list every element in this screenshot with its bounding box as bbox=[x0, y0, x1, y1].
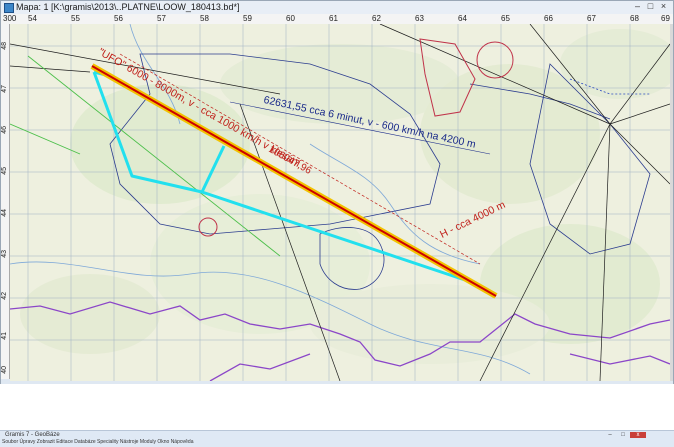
zoom-level: 300 bbox=[3, 14, 17, 23]
ruler-tick: 63 bbox=[415, 14, 424, 23]
ruler-tick: 57 bbox=[157, 14, 166, 23]
window-title: Mapa: 1 [K:\gramis\2013\..PLATNE\LOOW_18… bbox=[16, 2, 240, 12]
map-window: Mapa: 1 [K:\gramis\2013\..PLATNE\LOOW_18… bbox=[0, 0, 674, 385]
map-canvas[interactable]: "UFO" 6000 - 8000m, v - cca 1000 km/h v … bbox=[10, 24, 670, 381]
geobaze-menu-bar[interactable]: Soubor Úpravy Zobrazit Editace Databáze … bbox=[2, 439, 194, 446]
vertical-scrollbar[interactable] bbox=[670, 24, 673, 381]
app-icon bbox=[4, 3, 14, 13]
ruler-tick: 55 bbox=[71, 14, 80, 23]
ruler-tick: 43 bbox=[1, 250, 8, 258]
ruler-tick: 41 bbox=[1, 332, 8, 340]
map-drawing bbox=[10, 24, 670, 381]
minimize-button[interactable]: – bbox=[633, 2, 642, 11]
ruler-tick: 54 bbox=[28, 14, 37, 23]
geobaze-window-title: Gramis 7 - GeoBáze bbox=[5, 432, 60, 438]
ruler-tick: 58 bbox=[200, 14, 209, 23]
ruler-tick: 56 bbox=[114, 14, 123, 23]
ruler-tick: 61 bbox=[329, 14, 338, 23]
ruler-tick: 47 bbox=[1, 85, 8, 93]
ruler-tick: 67 bbox=[587, 14, 596, 23]
geobaze-close-button[interactable]: x bbox=[630, 432, 646, 438]
ruler-tick: 64 bbox=[458, 14, 467, 23]
blank-gap bbox=[0, 384, 674, 430]
ruler-tick: 68 bbox=[630, 14, 639, 23]
title-bar[interactable]: Mapa: 1 [K:\gramis\2013\..PLATNE\LOOW_18… bbox=[1, 1, 673, 15]
ruler-tick: 42 bbox=[1, 292, 8, 300]
ruler-tick: 46 bbox=[1, 126, 8, 134]
ruler-tick: 45 bbox=[1, 167, 8, 175]
ruler-tick: 62 bbox=[372, 14, 381, 23]
close-button[interactable]: × bbox=[659, 2, 668, 11]
ruler-tick: 66 bbox=[544, 14, 553, 23]
geobaze-minimize-button[interactable]: – bbox=[604, 432, 616, 438]
ruler-tick: 48 bbox=[1, 42, 8, 50]
ruler-tick: 40 bbox=[1, 366, 8, 374]
geobaze-maximize-button[interactable]: □ bbox=[617, 432, 629, 438]
maximize-button[interactable]: □ bbox=[646, 2, 655, 11]
vertical-ruler: 48 47 46 45 44 43 42 41 40 bbox=[1, 24, 10, 379]
ruler-tick: 59 bbox=[243, 14, 252, 23]
ruler-tick: 65 bbox=[501, 14, 510, 23]
geobaze-window: Gramis 7 - GeoBáze Soubor Úpravy Zobrazi… bbox=[0, 430, 674, 447]
ruler-tick: 69 bbox=[661, 14, 670, 23]
ruler-tick: 44 bbox=[1, 209, 8, 217]
ruler-tick: 60 bbox=[286, 14, 295, 23]
